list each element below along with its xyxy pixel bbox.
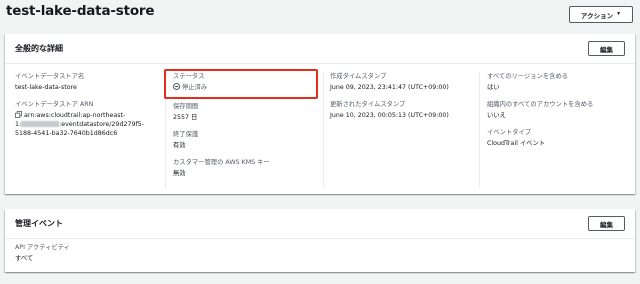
copy-icon[interactable] <box>15 111 22 118</box>
details-column-1: イベントデータストア名 test-lake-data-store イベントデータ… <box>15 64 165 138</box>
panel-header: 管理イベント 編集 <box>5 209 635 239</box>
panel-title: 全般的な詳細 <box>15 44 63 53</box>
arn-line-1: arn:aws:cloudtrail:ap-northeast- <box>24 112 126 119</box>
api-activity-value: すべて <box>15 255 34 262</box>
actions-dropdown-button[interactable]: アクション ▼ <box>569 6 633 23</box>
caret-down-icon: ▼ <box>616 11 622 17</box>
page-title: test-lake-data-store <box>6 3 155 19</box>
arn-line-3: 5188-4541-ba32-7640b1d86dc6 <box>15 130 118 137</box>
details-column-4: すべてのリージョンを含める はい 組織内のすべてのアカウントを含める いいえ イ… <box>487 64 627 148</box>
created-label: 作成タイムスタンプ <box>330 73 387 80</box>
masked-account-id <box>21 121 60 127</box>
termination-protection-label: 終了保護 <box>173 131 199 138</box>
management-details: API アクティビティ すべて <box>15 243 165 263</box>
arn-label: イベントデータストア ARN <box>15 101 94 108</box>
event-type-value: CloudTrail イベント <box>487 140 546 147</box>
edit-general-button[interactable]: 編集 <box>588 41 625 56</box>
actions-label: アクション <box>580 12 614 20</box>
updated-value: June 10, 2023, 00:05:13 (UTC+09:00) <box>330 112 449 119</box>
all-regions-value: はい <box>487 84 500 91</box>
api-activity-label: API アクティビティ <box>15 244 70 251</box>
kms-key-label: カスタマー管理の AWS KMS キー <box>173 159 270 166</box>
column-divider <box>323 72 324 188</box>
event-type-label: イベントタイプ <box>487 129 532 136</box>
updated-label: 更新されたタイムスタンプ <box>330 101 406 108</box>
org-accounts-label: 組織内のすべてのアカウントを含める <box>487 101 594 108</box>
panel-header: 全般的な詳細 編集 <box>5 34 635 64</box>
retention-label: 保存期間 <box>173 103 199 110</box>
edit-management-button[interactable]: 編集 <box>588 216 625 231</box>
all-regions-label: すべてのリージョンを含める <box>487 73 569 80</box>
general-details-panel: 全般的な詳細 編集 イベントデータストア名 test-lake-data-sto… <box>5 34 635 194</box>
retention-value: 2557 日 <box>173 114 198 121</box>
status-highlight-box <box>164 69 318 99</box>
name-label: イベントデータストア名 <box>15 73 85 80</box>
arn-line-2: :eventdatastore/29d279f5- <box>59 121 144 128</box>
org-accounts-value: いいえ <box>487 112 506 119</box>
arn-value: arn:aws:cloudtrail:ap-northeast- 1::even… <box>15 111 165 138</box>
created-value: June 09, 2023, 23:41:47 (UTC+09:00) <box>330 84 449 91</box>
termination-protection-value: 有効 <box>173 142 186 149</box>
panel-title: 管理イベント <box>15 219 63 228</box>
column-divider <box>479 72 480 188</box>
name-value: test-lake-data-store <box>15 84 77 91</box>
details-column-3: 作成タイムスタンプ June 09, 2023, 23:41:47 (UTC+0… <box>330 64 480 120</box>
management-events-panel: 管理イベント 編集 API アクティビティ すべて <box>5 209 635 272</box>
kms-key-value: 無効 <box>173 170 186 177</box>
